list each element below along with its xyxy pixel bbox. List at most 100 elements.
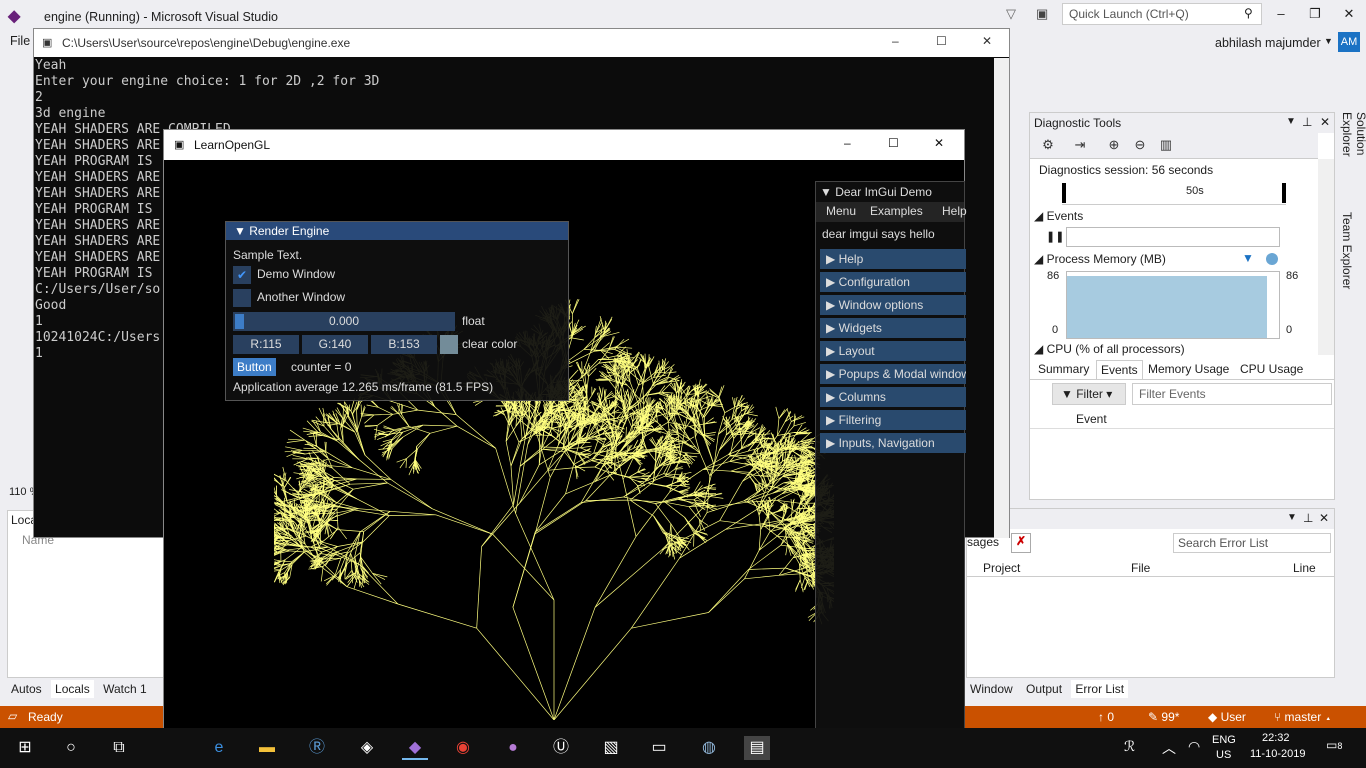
menu-examples[interactable]: Examples	[870, 204, 923, 218]
pause-icon[interactable]: ❚❚	[1046, 230, 1064, 243]
zoom-in-icon[interactable]: ⊕	[1104, 137, 1124, 155]
opengl-app-icon[interactable]: ▤	[744, 736, 770, 760]
filter-icon[interactable]: ▽	[1006, 6, 1016, 22]
opengl-window[interactable]: ▣ LearnOpenGL – ☐ ✕ ▼ Render Engine Samp…	[163, 129, 967, 729]
slider-grab[interactable]	[235, 314, 244, 329]
wifi-icon[interactable]: ◠	[1188, 738, 1200, 755]
unreal-icon[interactable]: Ⓤ	[548, 736, 574, 760]
menu-help[interactable]: Help	[942, 204, 967, 218]
push-count[interactable]: ↑ 0	[1098, 710, 1114, 724]
pin-icon[interactable]: ⊥	[1303, 511, 1313, 525]
checkbox-empty[interactable]	[233, 289, 251, 307]
memory-section[interactable]: ◢ Process Memory (MB)	[1034, 252, 1166, 266]
lang[interactable]: ENG	[1212, 734, 1236, 746]
demo-title[interactable]: ▼ Dear ImGui Demo	[820, 185, 932, 199]
close-button[interactable]: ✕	[934, 136, 944, 150]
maximize-button[interactable]: ☐	[936, 34, 947, 48]
button[interactable]: Button	[233, 358, 276, 376]
unity-icon[interactable]: ◈	[354, 736, 380, 760]
cortana-icon[interactable]: ○	[58, 736, 84, 760]
dropdown-icon[interactable]: ▼	[1287, 512, 1297, 523]
tab-window[interactable]: Window	[966, 680, 1017, 698]
dropdown-icon[interactable]: ▼	[1286, 116, 1296, 127]
demo-item-layout[interactable]: ▶ Layout	[820, 341, 966, 361]
close-button[interactable]: ✕	[1334, 6, 1364, 24]
demo-item-configuration[interactable]: ▶ Configuration	[820, 272, 966, 292]
pin-icon[interactable]: ⊥	[1302, 115, 1312, 129]
tab-error-list[interactable]: Error List	[1071, 680, 1129, 698]
terminal-icon[interactable]: ▭	[646, 736, 672, 760]
notification-icon[interactable]: ▭8	[1326, 738, 1342, 752]
events-section[interactable]: ◢ Events	[1034, 209, 1083, 223]
close-icon[interactable]: ✕	[1319, 511, 1329, 525]
close-button[interactable]: ✕	[982, 34, 992, 48]
cpu-section[interactable]: ◢ CPU (% of all processors)	[1034, 342, 1185, 356]
tab-output[interactable]: Output	[1022, 680, 1066, 698]
demo-item-filtering[interactable]: ▶ Filtering	[820, 410, 966, 430]
task-view-icon[interactable]: ⧉	[106, 736, 132, 760]
console-scrollbar[interactable]	[994, 58, 1009, 538]
timeline-ruler[interactable]: 50s	[1062, 181, 1286, 205]
minimize-button[interactable]: –	[892, 34, 899, 48]
region[interactable]: US	[1216, 749, 1231, 761]
imgui-demo-window[interactable]: ▼ Dear ImGui Demo Menu Examples Help dea…	[815, 181, 967, 729]
chevron-down-icon[interactable]: ▼	[1324, 36, 1333, 46]
b-input[interactable]: B:153	[371, 335, 437, 354]
minimize-button[interactable]: –	[844, 136, 851, 150]
col-project[interactable]: Project	[983, 561, 1020, 575]
range-handle-right[interactable]	[1282, 183, 1286, 203]
g-input[interactable]: G:140	[302, 335, 368, 354]
user-name[interactable]: abhilash majumder	[1215, 36, 1321, 50]
tab-events[interactable]: Events	[1096, 360, 1143, 379]
close-icon[interactable]: ✕	[1320, 115, 1330, 129]
event-column-header[interactable]: Event	[1030, 409, 1334, 429]
filter-button[interactable]: ▼ Filter ▾	[1052, 383, 1126, 405]
github-icon[interactable]: ●	[500, 736, 526, 760]
filter-events-input[interactable]: Filter Events	[1132, 383, 1332, 405]
tray-up-icon[interactable]: ︿	[1162, 738, 1176, 758]
demo-window-checkbox[interactable]: ✔ Demo Window	[233, 266, 335, 284]
tab-cpu-usage[interactable]: CPU Usage	[1240, 362, 1303, 376]
tab-memory-usage[interactable]: Memory Usage	[1148, 362, 1229, 376]
pending-edits[interactable]: ✎ 99*	[1148, 710, 1179, 724]
demo-item-inputs[interactable]: ▶ Inputs, Navigation	[820, 433, 966, 453]
r-input[interactable]: R:115	[233, 335, 299, 354]
restore-button[interactable]: ❐	[1300, 6, 1330, 24]
steam-icon[interactable]: ◍	[696, 736, 722, 760]
zoom-out-icon[interactable]: ⊖	[1130, 137, 1150, 155]
float-slider[interactable]: 0.000	[233, 312, 455, 331]
demo-item-help[interactable]: ▶ Help	[820, 249, 966, 269]
feedback-icon[interactable]: ▣	[1036, 6, 1048, 22]
chart-icon[interactable]: ▥	[1156, 137, 1176, 155]
branch[interactable]: ⑂ master ▴	[1274, 710, 1332, 724]
clock-time[interactable]: 22:32	[1262, 732, 1290, 744]
diag-scrollbar[interactable]	[1318, 159, 1334, 355]
edge-icon[interactable]: e	[206, 736, 232, 760]
side-tab-solution-explorer[interactable]: Solution Explorer	[1340, 112, 1366, 202]
demo-item-widgets[interactable]: ▶ Widgets	[820, 318, 966, 338]
file-explorer-icon[interactable]: ▬	[254, 736, 280, 760]
settings-icon[interactable]: ⚙	[1038, 137, 1058, 155]
demo-item-popups[interactable]: ▶ Popups & Modal windows	[820, 364, 966, 384]
another-window-checkbox[interactable]: Another Window	[233, 289, 345, 307]
search-icon[interactable]: ⚲	[1244, 6, 1253, 20]
check-icon[interactable]: ✔	[233, 266, 251, 284]
tab-summary[interactable]: Summary	[1038, 362, 1089, 376]
avatar[interactable]: AM	[1338, 32, 1360, 52]
people-icon[interactable]: ℛ	[1124, 738, 1135, 755]
render-engine-header[interactable]: ▼ Render Engine	[226, 222, 568, 240]
visual-studio-taskbar-icon[interactable]: ◆	[402, 736, 428, 760]
range-handle-left[interactable]	[1062, 183, 1066, 203]
quick-launch-input[interactable]: Quick Launch (Ctrl+Q)	[1062, 3, 1262, 25]
tab-locals[interactable]: Locals	[51, 680, 94, 698]
photos-icon[interactable]: ▧	[598, 736, 624, 760]
maximize-button[interactable]: ☐	[888, 136, 899, 150]
menu-menu[interactable]: Menu	[826, 204, 856, 218]
col-line[interactable]: Line	[1293, 561, 1316, 575]
demo-item-columns[interactable]: ▶ Columns	[820, 387, 966, 407]
clear-color-swatch[interactable]	[440, 335, 458, 354]
menu-file[interactable]: File	[10, 34, 30, 48]
minimize-button[interactable]: –	[1266, 6, 1296, 24]
demo-item-window-options[interactable]: ▶ Window options	[820, 295, 966, 315]
repo-user[interactable]: ◆ User	[1208, 710, 1246, 724]
